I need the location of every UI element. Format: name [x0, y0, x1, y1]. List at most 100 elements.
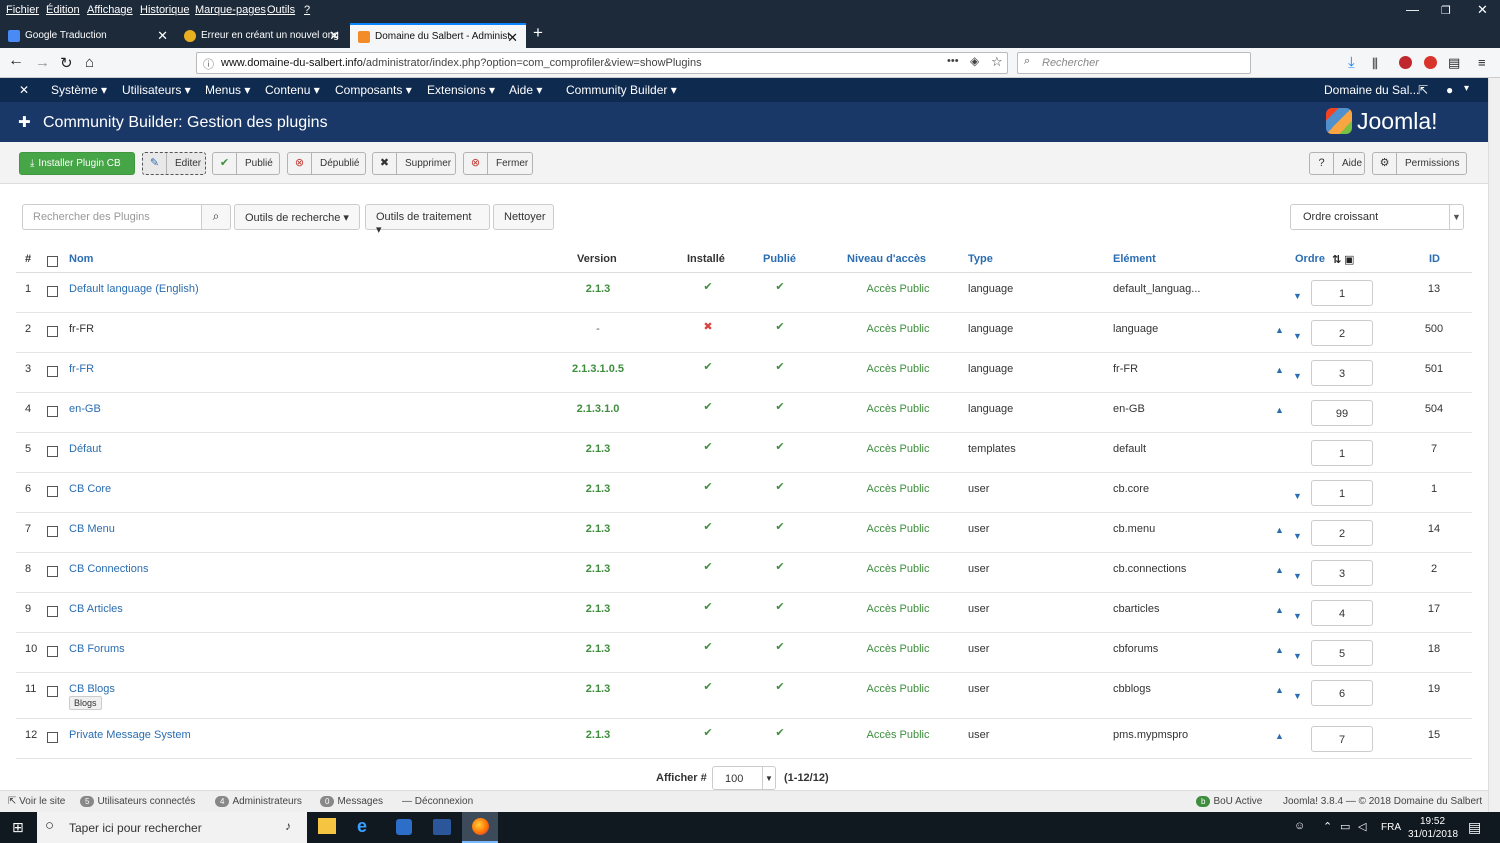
- published-toggle-icon[interactable]: ✔: [760, 440, 800, 453]
- order-select[interactable]: Ordre croissant ▼: [1290, 204, 1464, 230]
- close-window-icon[interactable]: ✕: [1477, 2, 1488, 18]
- row-checkbox[interactable]: [47, 486, 58, 497]
- volume-icon[interactable]: ◁: [1358, 820, 1366, 833]
- notifications-icon[interactable]: ▤: [1468, 819, 1481, 836]
- order-input[interactable]: 3: [1311, 560, 1373, 586]
- close-button[interactable]: ⊗ Fermer: [463, 152, 533, 175]
- menu-help[interactable]: ?: [304, 4, 310, 16]
- col-type[interactable]: Type: [968, 253, 993, 265]
- row-checkbox[interactable]: [47, 446, 58, 457]
- home-icon[interactable]: ⌂: [85, 54, 94, 71]
- menu-edition[interactable]: Édition: [46, 4, 80, 16]
- move-down-icon[interactable]: ▼: [1293, 571, 1302, 581]
- order-input[interactable]: 7: [1311, 726, 1373, 752]
- back-icon[interactable]: ←: [8, 52, 24, 70]
- sort-icon[interactable]: ⇅: [1332, 253, 1341, 266]
- published-toggle-icon[interactable]: ✔: [760, 600, 800, 613]
- library-icon[interactable]: ⫼: [1372, 56, 1378, 72]
- move-up-icon[interactable]: ▲: [1275, 645, 1284, 655]
- published-toggle-icon[interactable]: ✔: [760, 680, 800, 693]
- online-users-link[interactable]: 5 Utilisateurs connectés: [80, 796, 195, 807]
- search-tools-button[interactable]: Outils de recherche ▾: [234, 204, 360, 230]
- published-toggle-icon[interactable]: ✔: [760, 726, 800, 739]
- admins-link[interactable]: 4 Administrateurs: [215, 796, 302, 807]
- row-checkbox[interactable]: [47, 286, 58, 297]
- close-tab-icon[interactable]: ✕: [157, 28, 168, 44]
- close-tab-icon[interactable]: ✕: [329, 28, 340, 44]
- plugin-name-link[interactable]: Private Message System: [69, 729, 191, 741]
- published-toggle-icon[interactable]: ✔: [760, 280, 800, 293]
- move-up-icon[interactable]: ▲: [1275, 685, 1284, 695]
- published-toggle-icon[interactable]: ✔: [760, 640, 800, 653]
- menu-historique[interactable]: Historique: [140, 4, 190, 16]
- col-published[interactable]: Publié: [763, 253, 796, 265]
- batch-tools-button[interactable]: Outils de traitement ▾: [365, 204, 490, 236]
- search-button[interactable]: ⌕: [201, 204, 231, 230]
- col-element[interactable]: Elément: [1113, 253, 1156, 265]
- new-tab-icon[interactable]: +: [533, 23, 543, 43]
- help-button[interactable]: ? Aide: [1309, 152, 1365, 175]
- clear-button[interactable]: Nettoyer: [493, 204, 554, 230]
- unpublish-button[interactable]: ⊗ Dépublié: [287, 152, 366, 175]
- row-checkbox[interactable]: [47, 732, 58, 743]
- row-checkbox[interactable]: [47, 606, 58, 617]
- published-toggle-icon[interactable]: ✔: [760, 320, 800, 333]
- tab-google-traduction[interactable]: Google Traduction ✕: [0, 23, 176, 48]
- order-input[interactable]: 5: [1311, 640, 1373, 666]
- plugin-name-link[interactable]: Default language (English): [69, 283, 199, 295]
- nav-utilisateurs[interactable]: Utilisateurs ▾: [122, 83, 191, 97]
- gmail-icon[interactable]: [1424, 56, 1437, 69]
- move-up-icon[interactable]: ▲: [1275, 565, 1284, 575]
- bookmark-star-icon[interactable]: ☆: [991, 54, 1003, 70]
- nav-contenu[interactable]: Contenu ▾: [265, 83, 320, 97]
- row-checkbox[interactable]: [47, 686, 58, 697]
- edit-button[interactable]: ✎ Editer: [142, 152, 206, 175]
- move-up-icon[interactable]: ▲: [1275, 525, 1284, 535]
- view-site-link[interactable]: ⇱ Voir le site: [8, 796, 65, 807]
- row-checkbox[interactable]: [47, 406, 58, 417]
- plugin-name-link[interactable]: fr-FR: [69, 363, 94, 375]
- order-input[interactable]: 6: [1311, 680, 1373, 706]
- close-tab-icon[interactable]: ✕: [507, 30, 518, 46]
- taskbar-search-input[interactable]: ○ Taper ici pour rechercher ♪: [37, 812, 307, 843]
- nav-systeme[interactable]: Système ▾: [51, 83, 107, 97]
- menu-outils[interactable]: Outils: [267, 4, 295, 16]
- order-input[interactable]: 2: [1311, 320, 1373, 346]
- messages-link[interactable]: 0 Messages: [320, 796, 383, 807]
- tab-domaine-salbert[interactable]: Domaine du Salbert - Administ ✕: [350, 23, 526, 48]
- move-up-icon[interactable]: ▲: [1275, 365, 1284, 375]
- permissions-button[interactable]: ⚙ Permissions: [1372, 152, 1467, 175]
- download-icon[interactable]: ⤓: [1348, 54, 1355, 71]
- minimize-icon[interactable]: —: [1406, 2, 1419, 17]
- vertical-scrollbar[interactable]: [1488, 78, 1500, 812]
- edge-icon[interactable]: e: [357, 816, 367, 837]
- plugin-name-link[interactable]: CB Forums: [69, 643, 125, 655]
- clock-time[interactable]: 19:52: [1420, 816, 1445, 827]
- plugin-search-input[interactable]: Rechercher des Plugins: [22, 204, 202, 230]
- people-icon[interactable]: ☺: [1294, 820, 1305, 832]
- nav-site-link[interactable]: Domaine du Sal...: [1324, 83, 1419, 97]
- published-toggle-icon[interactable]: ✔: [760, 520, 800, 533]
- col-name[interactable]: Nom: [69, 253, 93, 265]
- plugin-name-link[interactable]: CB Articles: [69, 603, 123, 615]
- menu-affichage[interactable]: Affichage: [87, 4, 133, 16]
- reload-icon[interactable]: ↻: [60, 54, 73, 72]
- published-toggle-icon[interactable]: ✔: [760, 560, 800, 573]
- tab-erreur[interactable]: Erreur en créant un nouvel ong ✕: [176, 23, 348, 48]
- file-explorer-icon[interactable]: [318, 818, 336, 834]
- search-input[interactable]: ⌕ Rechercher: [1017, 52, 1251, 74]
- move-up-icon[interactable]: ▲: [1275, 731, 1284, 741]
- plugin-name-link[interactable]: en-GB: [69, 403, 101, 415]
- nav-extensions[interactable]: Extensions ▾: [427, 83, 495, 97]
- plugin-name-link[interactable]: CB Menu: [69, 523, 115, 535]
- order-input[interactable]: 4: [1311, 600, 1373, 626]
- move-up-icon[interactable]: ▲: [1275, 325, 1284, 335]
- forward-icon[interactable]: →: [35, 54, 50, 71]
- delete-button[interactable]: ✖ Supprimer: [372, 152, 456, 175]
- sidebar-icon[interactable]: ▤: [1448, 55, 1460, 71]
- row-checkbox[interactable]: [47, 646, 58, 657]
- move-up-icon[interactable]: ▲: [1275, 605, 1284, 615]
- language-indicator[interactable]: FRA: [1381, 822, 1401, 833]
- move-down-icon[interactable]: ▼: [1293, 331, 1302, 341]
- move-down-icon[interactable]: ▼: [1293, 371, 1302, 381]
